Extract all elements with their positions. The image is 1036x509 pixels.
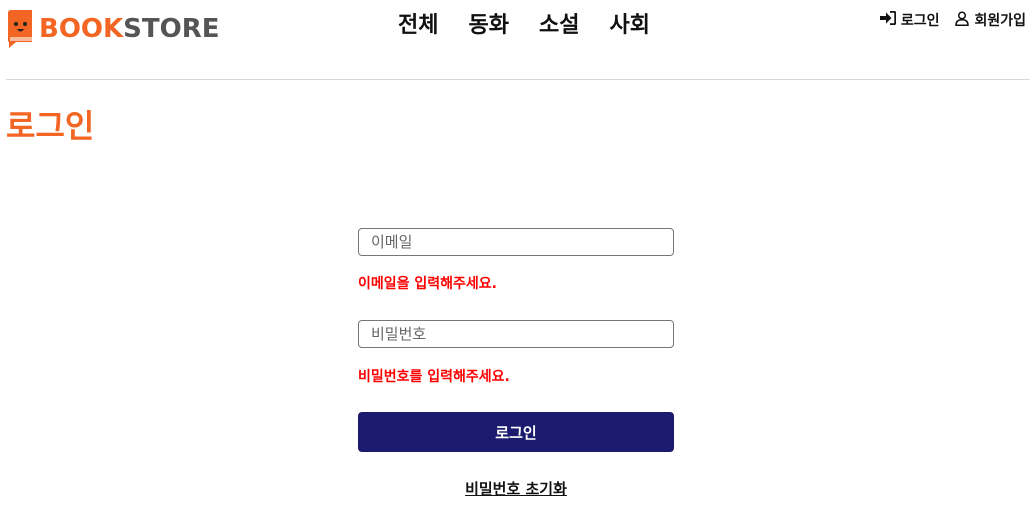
nav-item-fairytale[interactable]: 동화	[468, 10, 508, 42]
nav-item-society[interactable]: 사회	[609, 10, 649, 42]
header-signup-link[interactable]: 회원가입	[955, 10, 1026, 30]
logo-text-store: STORE	[123, 14, 220, 44]
category-nav: 전체 동화 소설 사회	[398, 10, 650, 42]
email-input[interactable]	[358, 228, 674, 256]
user-menu: 로그인 회원가입	[879, 10, 1026, 30]
nav-item-all[interactable]: 전체	[398, 10, 438, 42]
nav-item-novel[interactable]: 소설	[539, 10, 579, 42]
page-title: 로그인	[6, 107, 95, 145]
bookstore-logo[interactable]: BOOKSTORE	[6, 8, 220, 50]
password-error-message: 비밀번호를 입력해주세요.	[358, 369, 510, 385]
password-reset-link[interactable]: 비밀번호 초기화	[358, 478, 674, 499]
site-header: BOOKSTORE 전체 동화 소설 사회 로그인 회원가입	[6, 0, 1030, 80]
header-login-label: 로그인	[900, 13, 940, 29]
login-submit-button[interactable]: 로그인	[358, 412, 674, 452]
user-icon	[955, 10, 970, 30]
logo-text-book: BOOK	[39, 14, 124, 44]
header-signup-label: 회원가입	[974, 13, 1026, 29]
header-login-link[interactable]: 로그인	[879, 10, 940, 30]
sign-in-icon	[879, 10, 896, 29]
book-face-icon	[6, 9, 34, 49]
password-input[interactable]	[358, 320, 674, 348]
logo-text: BOOKSTORE	[39, 16, 220, 42]
email-error-message: 이메일을 입력해주세요.	[358, 276, 497, 292]
